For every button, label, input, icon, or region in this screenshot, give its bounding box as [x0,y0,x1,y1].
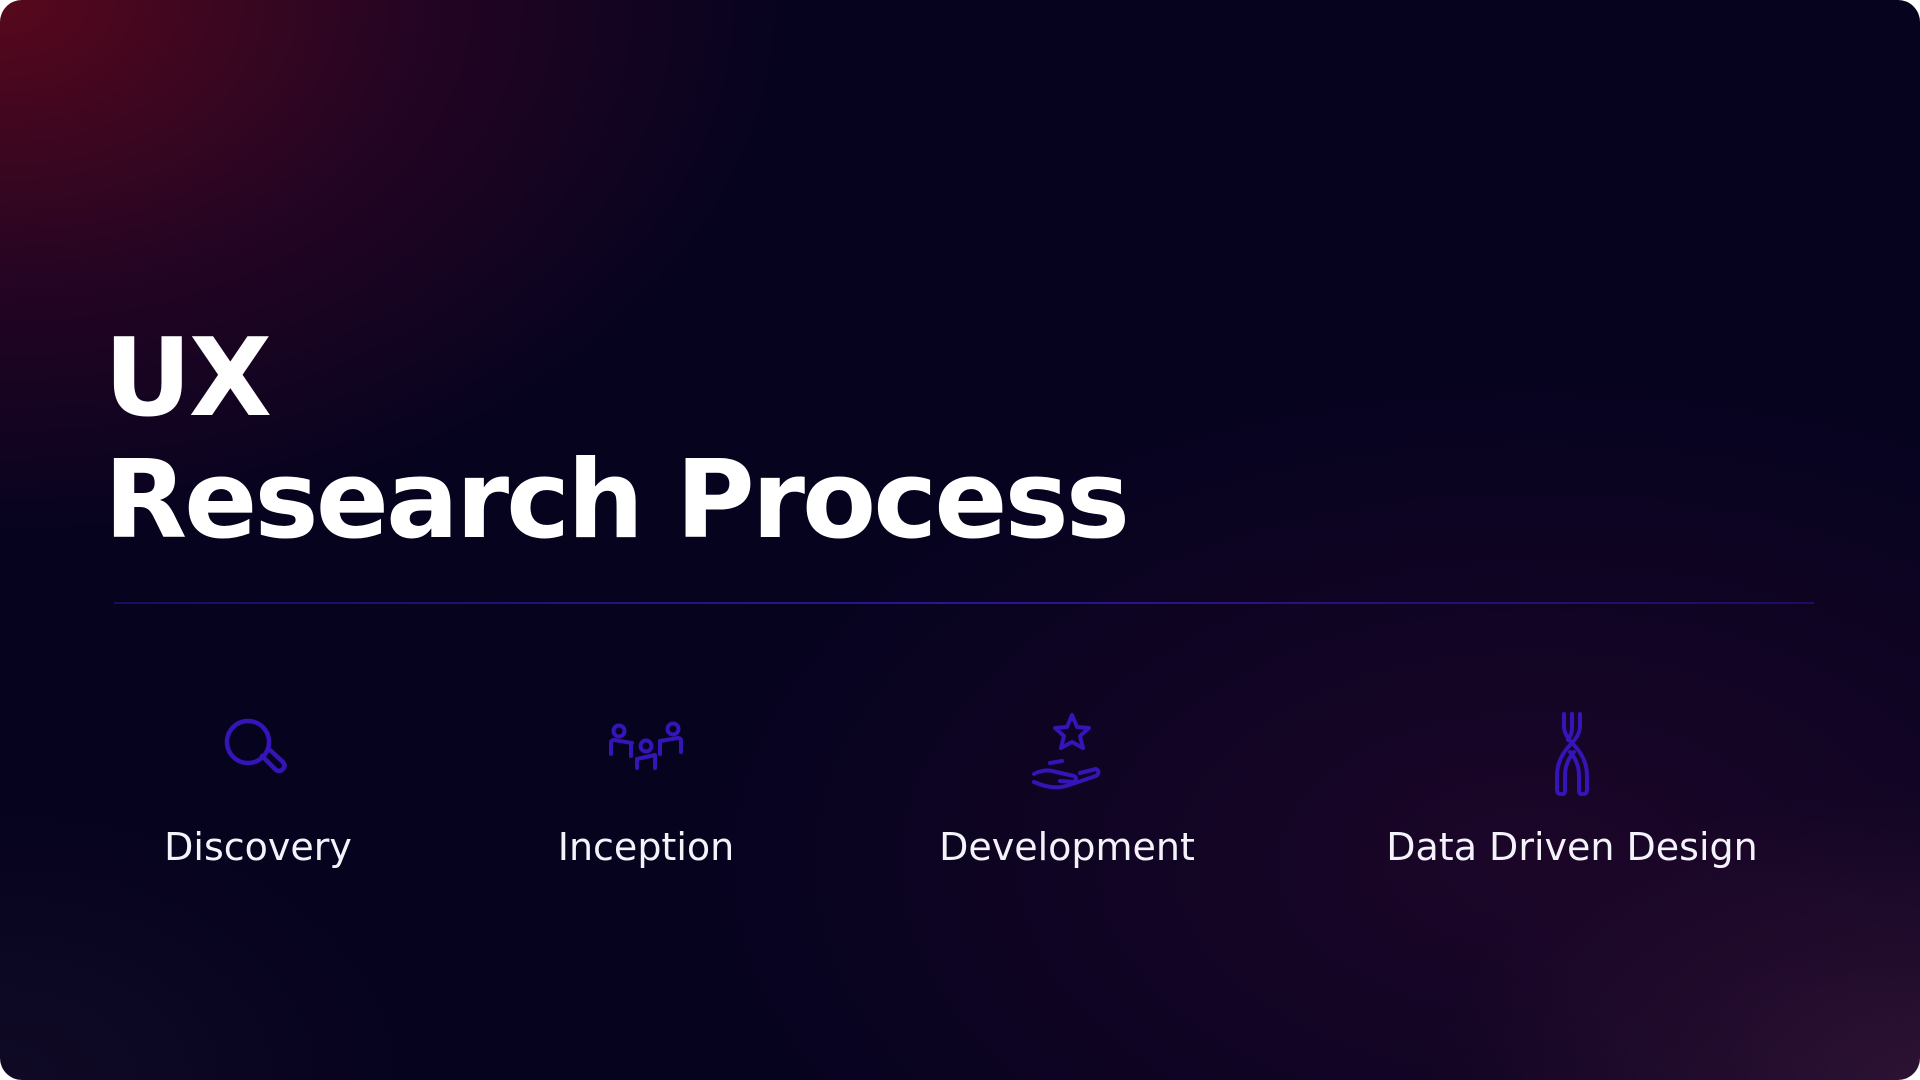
step-development: Development [837,710,1297,870]
step-label: Development [939,825,1195,869]
hand-star-icon [1022,710,1112,800]
step-inception: Inception [416,710,876,870]
slide: UX Research Process Discovery Inception … [0,0,1920,1080]
step-label: Data Driven Design [1386,825,1758,869]
title-line-research-process: Research Process [104,438,1130,563]
slide-title: UX Research Process [104,316,1130,563]
magnifying-glass-icon [213,710,303,800]
step-label: Inception [557,825,735,869]
divider [114,602,1814,604]
tongs-icon [1527,710,1617,800]
step-data-driven-design: Data Driven Design [1342,710,1802,870]
people-group-icon [601,710,691,800]
title-line-ux: UX [104,316,272,441]
